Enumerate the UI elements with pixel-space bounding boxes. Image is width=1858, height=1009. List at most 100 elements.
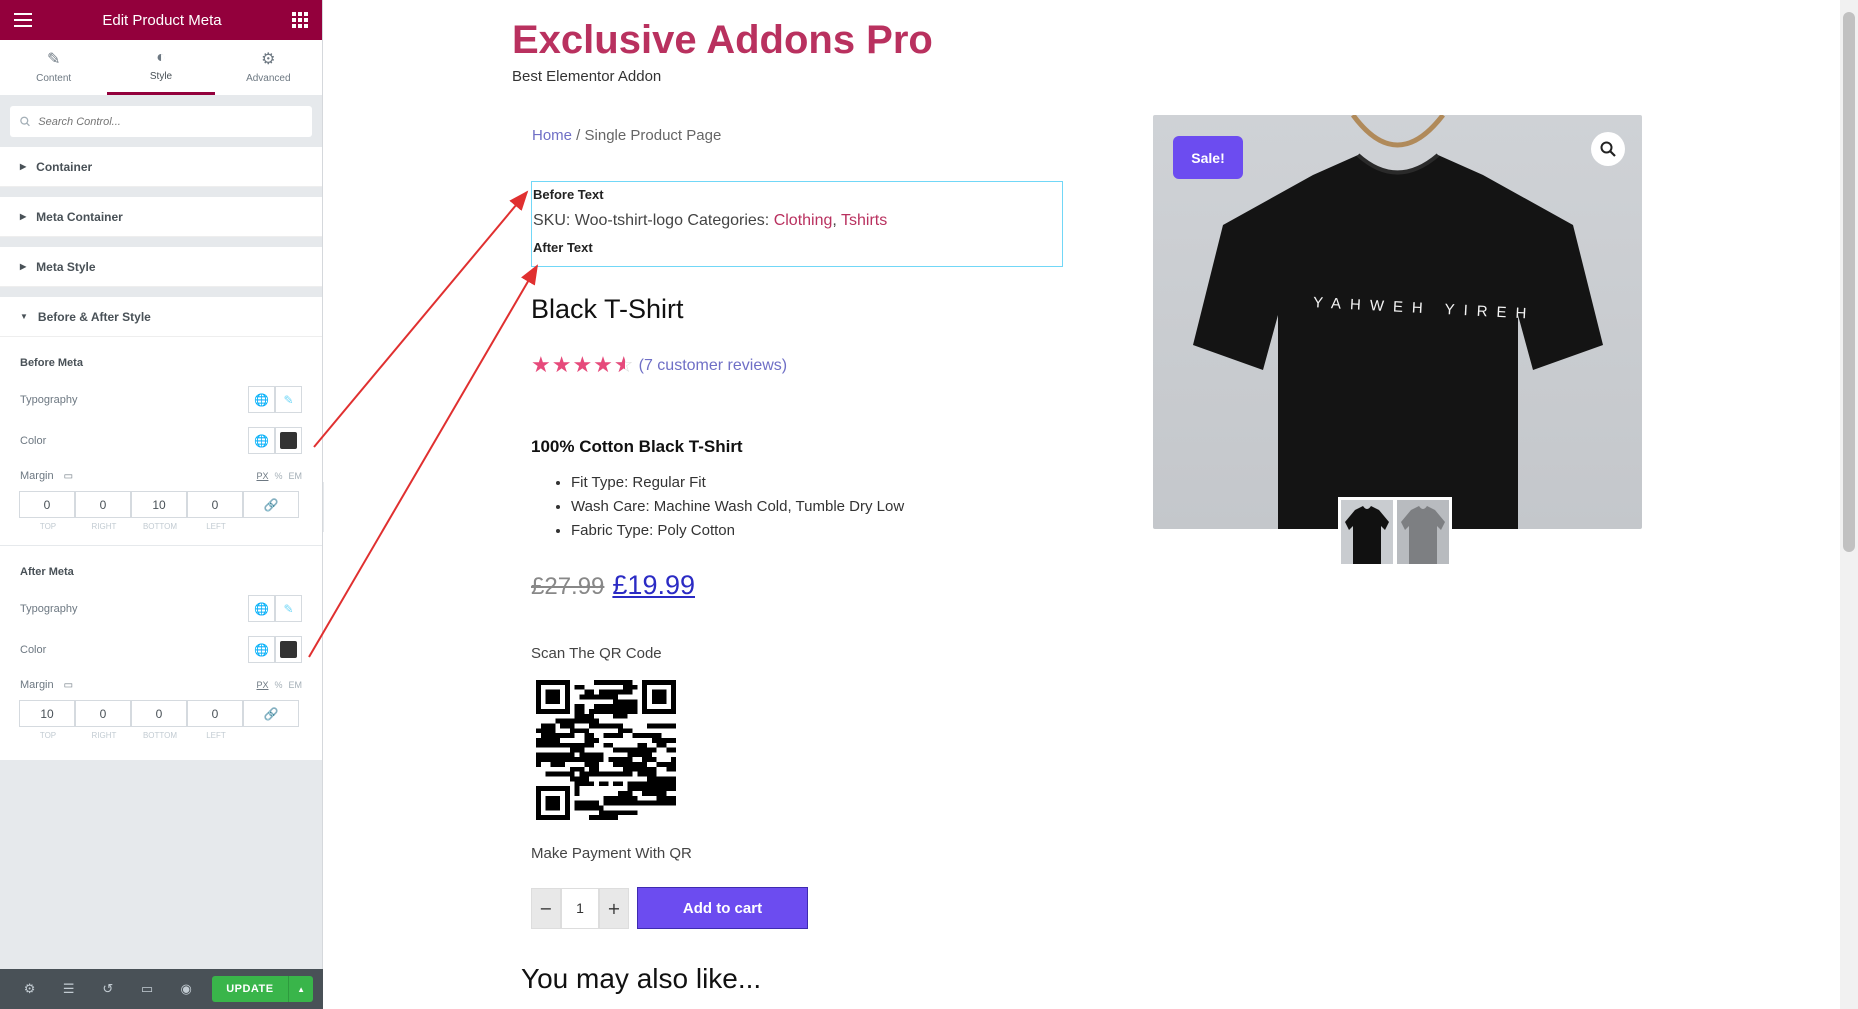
scrollbar-thumb[interactable]: [1843, 12, 1855, 552]
margin-top-input[interactable]: [19, 700, 75, 727]
tab-advanced[interactable]: ⚙ Advanced: [215, 40, 322, 95]
search-wrap: [0, 96, 322, 147]
link-values-icon[interactable]: 🔗: [243, 491, 299, 518]
after-margin-dimensions: TOP RIGHT BOTTOM LEFT 🔗: [0, 700, 322, 740]
gallery-thumbnails: [1338, 497, 1452, 567]
pencil-icon: ✎: [46, 50, 61, 68]
tab-style[interactable]: ◐ Style: [107, 40, 215, 95]
unit-em[interactable]: EM: [289, 471, 303, 481]
unit-switcher: PX % EM: [256, 680, 302, 690]
dim-label-top: TOP: [39, 731, 57, 740]
link-values-icon[interactable]: 🔗: [243, 700, 299, 727]
margin-right-input[interactable]: [75, 491, 131, 518]
margin-bottom-input[interactable]: [131, 700, 187, 727]
thumbnail-black-shirt[interactable]: [1341, 500, 1393, 564]
after-meta-heading: After Meta: [20, 566, 74, 578]
after-text: After Text: [533, 240, 593, 255]
margin-bottom-input[interactable]: [131, 491, 187, 518]
rating-stars-icon: ★★★★☆ ★: [531, 353, 635, 378]
preview-eye-icon[interactable]: ◉: [167, 982, 206, 997]
search-input[interactable]: [38, 115, 302, 128]
globe-icon[interactable]: 🌐: [248, 595, 275, 622]
unit-percent[interactable]: %: [274, 680, 282, 690]
tab-advanced-label: Advanced: [246, 72, 291, 84]
globe-icon[interactable]: 🌐: [248, 386, 275, 413]
unit-percent[interactable]: %: [274, 471, 282, 481]
before-margin-label: Margin ▭: [20, 470, 73, 482]
after-margin-label: Margin ▭: [20, 679, 73, 691]
update-button[interactable]: UPDATE: [211, 976, 289, 1002]
add-to-cart-button[interactable]: Add to cart: [637, 887, 808, 929]
settings-gear-icon[interactable]: ⚙: [10, 982, 49, 997]
unit-switcher: PX % EM: [256, 471, 302, 481]
section-meta-style[interactable]: ▶ Meta Style: [0, 247, 322, 287]
after-color-label: Color: [20, 643, 47, 656]
caret-right-icon: ▶: [20, 162, 27, 171]
pencil-edit-icon[interactable]: ✎: [275, 595, 302, 622]
unit-px[interactable]: PX: [256, 471, 268, 481]
list-item: Fit Type: Regular Fit: [571, 471, 904, 495]
navigator-layers-icon[interactable]: ☰: [49, 982, 88, 997]
before-color-picker[interactable]: [275, 427, 302, 454]
desktop-icon[interactable]: ▭: [64, 471, 73, 482]
breadcrumb-home-link[interactable]: Home: [532, 127, 572, 144]
product-meta-widget[interactable]: Before Text SKU: Woo-tshirt-logo Categor…: [531, 181, 1063, 267]
tab-content-label: Content: [36, 72, 72, 84]
sale-price: £19.99: [612, 570, 695, 600]
unit-px[interactable]: PX: [256, 680, 268, 690]
breadcrumb-separator: /: [572, 127, 585, 144]
caret-right-icon: ▶: [20, 212, 27, 221]
section-meta-style-label: Meta Style: [36, 259, 96, 274]
margin-left-input[interactable]: [187, 491, 243, 518]
list-item: Wash Care: Machine Wash Cold, Tumble Dry…: [571, 495, 904, 519]
payment-label: Make Payment With QR: [531, 845, 692, 862]
page-scrollbar[interactable]: [1840, 0, 1858, 1009]
globe-icon[interactable]: 🌐: [248, 427, 275, 454]
dim-label-bottom: BOTTOM: [142, 522, 178, 531]
zoom-search-icon[interactable]: [1591, 132, 1625, 166]
panel-title: Edit Product Meta: [102, 11, 222, 29]
update-options-arrow-icon[interactable]: ▲: [288, 976, 313, 1002]
product-gallery-image[interactable]: YAHWEH YIREH Sale!: [1153, 115, 1642, 529]
panel-header: Edit Product Meta: [0, 0, 322, 40]
add-to-cart-form: − + Add to cart: [531, 887, 808, 929]
responsive-mode-icon[interactable]: ▭: [127, 982, 166, 997]
category-link-tshirts[interactable]: Tshirts: [841, 212, 887, 229]
dim-label-bottom: BOTTOM: [142, 731, 178, 740]
before-color-row: Color 🌐: [0, 420, 322, 461]
before-margin-text: Margin: [20, 470, 54, 482]
customer-reviews-link[interactable]: (7 customer reviews): [639, 357, 787, 375]
quantity-increase-button[interactable]: +: [599, 887, 629, 929]
regular-price: £27.99: [531, 573, 605, 600]
unit-em[interactable]: EM: [289, 680, 303, 690]
after-margin-text: Margin: [20, 679, 54, 691]
desktop-icon[interactable]: ▭: [64, 680, 73, 691]
pencil-edit-icon[interactable]: ✎: [275, 386, 302, 413]
site-title[interactable]: Exclusive Addons Pro: [512, 18, 933, 63]
after-color-row: Color 🌐: [0, 629, 322, 670]
dim-label-left: LEFT: [206, 522, 226, 531]
after-typography-label: Typography: [20, 602, 78, 615]
dim-label-right: RIGHT: [91, 522, 117, 531]
search-icon: [20, 116, 30, 127]
section-before-after-style[interactable]: ▼ Before & After Style: [0, 297, 322, 337]
site-tagline: Best Elementor Addon: [512, 68, 662, 85]
margin-top-input[interactable]: [19, 491, 75, 518]
after-color-picker[interactable]: [275, 636, 302, 663]
globe-icon[interactable]: 🌐: [248, 636, 275, 663]
caret-right-icon: ▶: [20, 262, 27, 271]
quantity-decrease-button[interactable]: −: [531, 887, 561, 929]
hamburger-menu-icon[interactable]: [14, 13, 32, 27]
section-meta-container[interactable]: ▶ Meta Container: [0, 197, 322, 237]
category-link-clothing[interactable]: Clothing: [774, 212, 833, 229]
search-control: [10, 106, 312, 137]
thumbnail-grey-shirt[interactable]: [1397, 500, 1449, 564]
margin-left-input[interactable]: [187, 700, 243, 727]
widgets-grid-icon[interactable]: [291, 12, 308, 28]
section-container[interactable]: ▶ Container: [0, 147, 322, 187]
history-icon[interactable]: ↺: [88, 982, 127, 997]
quantity-input[interactable]: [561, 887, 599, 929]
gear-icon: ⚙: [261, 50, 276, 68]
tab-content[interactable]: ✎ Content: [0, 40, 107, 95]
margin-right-input[interactable]: [75, 700, 131, 727]
